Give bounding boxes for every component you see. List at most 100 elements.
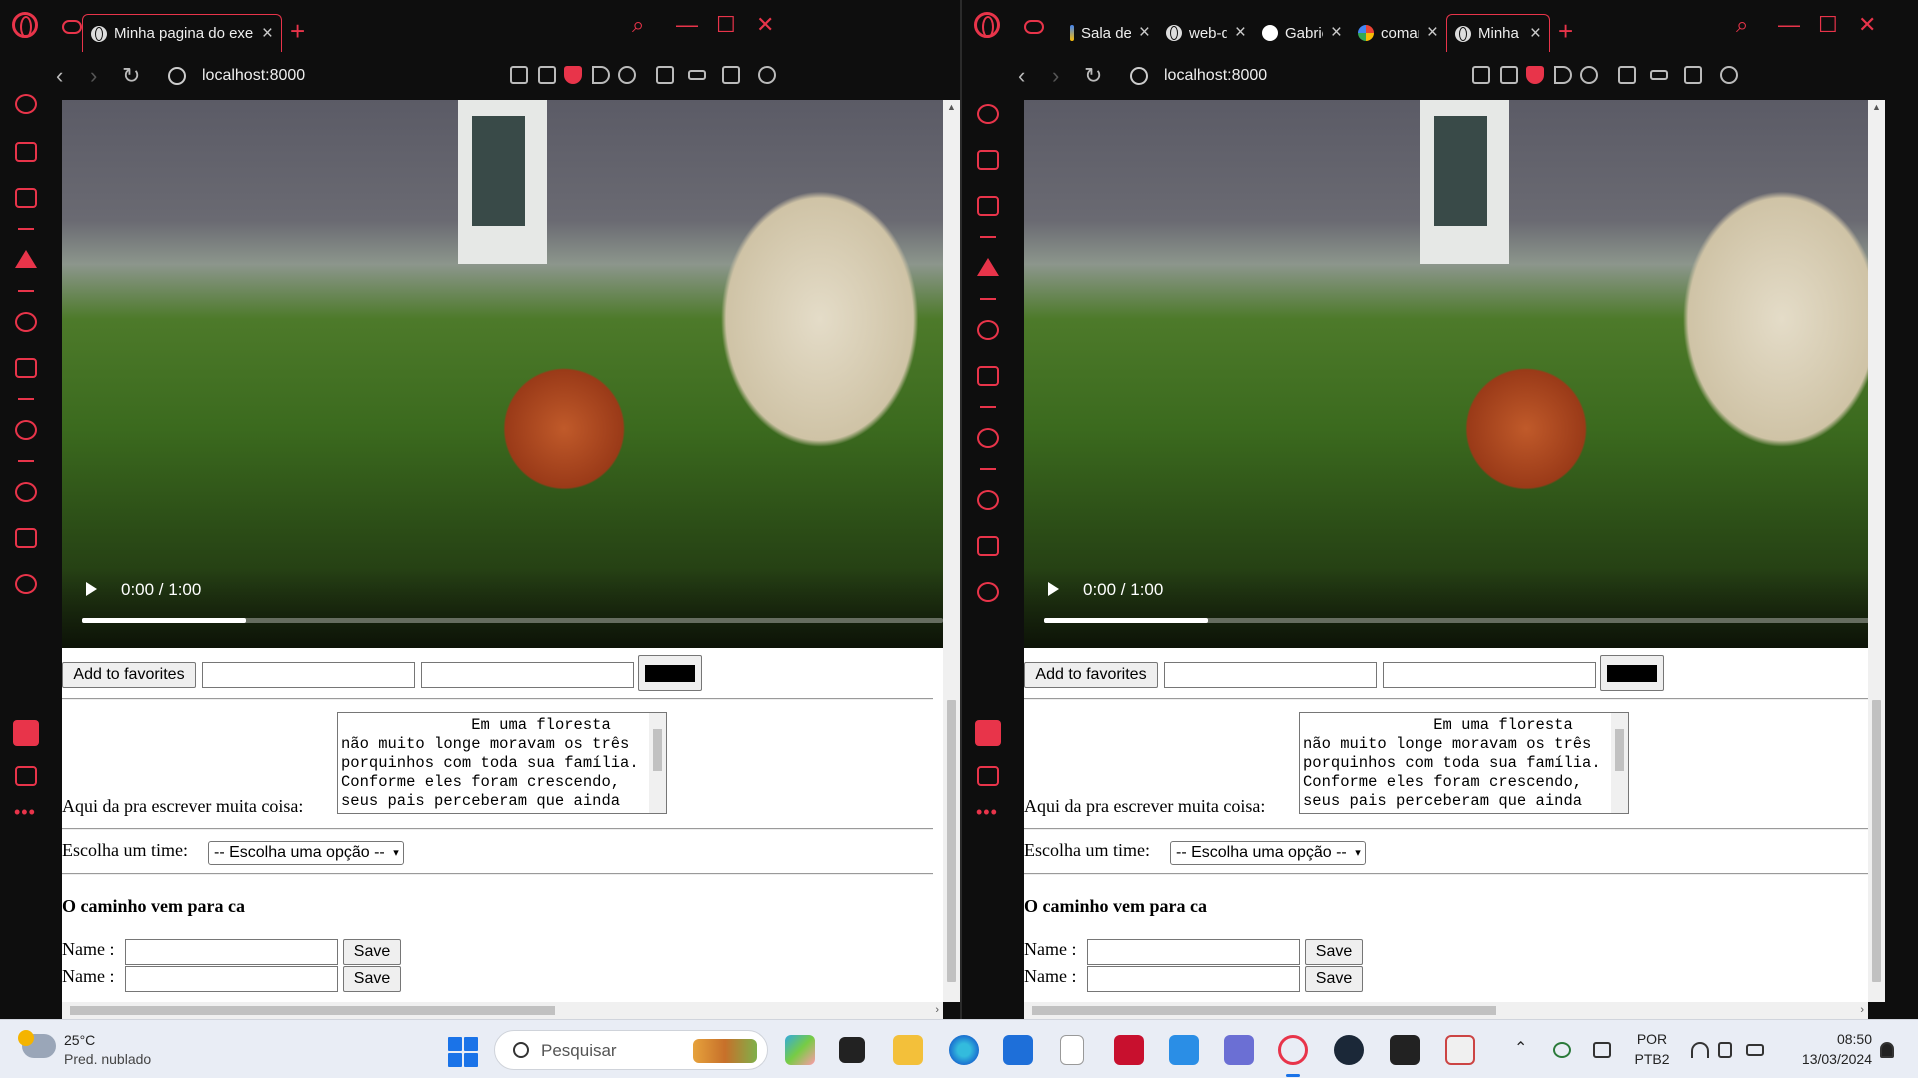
site-info-icon[interactable] xyxy=(1130,67,1148,85)
notification-bell-icon[interactable] xyxy=(1880,1042,1894,1058)
name-input[interactable] xyxy=(1087,966,1300,992)
back-icon[interactable]: ‹ xyxy=(1018,65,1025,87)
tab-sala-de[interactable]: Sala de × xyxy=(1062,14,1158,52)
textarea-scrollbar[interactable] xyxy=(1611,713,1628,813)
gx-control-icon[interactable] xyxy=(62,20,82,34)
url-field[interactable]: localhost:8000 xyxy=(202,67,305,85)
opera-logo-icon[interactable] xyxy=(974,12,1000,38)
sync-icon[interactable] xyxy=(1553,1042,1571,1058)
gx-corner-icon[interactable] xyxy=(977,150,999,170)
maximize-button[interactable]: ☐ xyxy=(1818,12,1838,38)
wifi-icon[interactable] xyxy=(1691,1042,1709,1058)
edge-icon[interactable] xyxy=(949,1035,979,1065)
add-to-favorites-button[interactable]: Add to favorites xyxy=(62,662,196,688)
microsoft-store-icon[interactable] xyxy=(1003,1035,1033,1065)
close-tab-icon[interactable]: × xyxy=(1139,22,1150,44)
send-icon[interactable] xyxy=(1554,66,1572,84)
close-tab-icon[interactable]: × xyxy=(1331,22,1342,44)
vertical-scroll-thumb[interactable] xyxy=(947,700,956,982)
search-tabs-icon[interactable]: ⌕ xyxy=(632,12,644,38)
weather-description[interactable]: Pred. nublado xyxy=(64,1051,151,1067)
close-tab-icon[interactable]: × xyxy=(262,23,273,45)
tab-gabriel[interactable]: Gabriel × xyxy=(1254,14,1350,52)
team-select[interactable]: -- Escolha uma opção -- ▾ xyxy=(1170,841,1366,865)
textarea-scroll-thumb[interactable] xyxy=(653,729,662,771)
speed-dial-icon[interactable] xyxy=(15,94,37,114)
download-icon[interactable] xyxy=(1618,66,1636,84)
gx-profile-icon[interactable] xyxy=(13,720,39,746)
settings-icon[interactable] xyxy=(15,574,37,594)
text-input-2[interactable] xyxy=(421,662,634,688)
video-player[interactable]: 0:00 / 1:00 xyxy=(62,100,943,648)
gx-profile-icon[interactable] xyxy=(975,720,1001,746)
close-tab-icon[interactable]: × xyxy=(1530,23,1541,45)
close-window-button[interactable]: ✕ xyxy=(1858,12,1876,38)
new-tab-button[interactable]: + xyxy=(1558,16,1573,46)
settings-icon[interactable] xyxy=(977,582,999,602)
save-button[interactable]: Save xyxy=(343,966,401,992)
horizontal-scroll-thumb[interactable] xyxy=(1032,1006,1497,1015)
easy-setup-icon[interactable] xyxy=(722,66,740,84)
close-tab-icon[interactable]: × xyxy=(1427,22,1438,44)
story-textarea[interactable]: Em uma floresta não muito longe moravam … xyxy=(337,712,667,814)
extensions-icon[interactable] xyxy=(15,528,37,548)
story-textarea[interactable]: Em uma floresta não muito longe moravam … xyxy=(1299,712,1629,814)
textarea-scrollbar[interactable] xyxy=(649,713,666,813)
back-icon[interactable]: ‹ xyxy=(56,65,63,87)
volume-muted-icon[interactable] xyxy=(1718,1042,1732,1058)
more-options-icon[interactable]: ••• xyxy=(976,802,998,823)
horizontal-scroll-thumb[interactable] xyxy=(70,1006,555,1015)
minimize-button[interactable]: — xyxy=(676,12,698,38)
tab-minha-pagina[interactable]: Minha pagina do exercicio × xyxy=(82,14,282,52)
gx-control-icon[interactable] xyxy=(977,196,999,216)
reload-icon[interactable]: ↻ xyxy=(122,65,140,87)
language-indicator[interactable]: POR xyxy=(1630,1031,1674,1047)
discord-icon[interactable] xyxy=(977,366,999,386)
video-progress[interactable] xyxy=(82,618,943,623)
easy-setup-icon[interactable] xyxy=(1684,66,1702,84)
textarea-scroll-thumb[interactable] xyxy=(1615,729,1624,771)
mcafee-icon[interactable] xyxy=(1114,1035,1144,1065)
adblock-shield-icon[interactable] xyxy=(564,66,582,84)
scroll-up-icon[interactable]: ▲ xyxy=(1872,102,1881,112)
start-button[interactable] xyxy=(448,1037,478,1067)
wallpaper-icon[interactable] xyxy=(15,766,37,786)
clock-time[interactable]: 08:50 xyxy=(1782,1031,1872,1047)
copilot-icon[interactable] xyxy=(785,1035,815,1065)
camera-icon[interactable] xyxy=(1500,66,1518,84)
profile-icon[interactable] xyxy=(758,66,776,84)
tab-web-de[interactable]: web-de × xyxy=(1158,14,1254,52)
color-picker[interactable] xyxy=(638,655,702,691)
url-field[interactable]: localhost:8000 xyxy=(1164,67,1267,85)
horizontal-scrollbar[interactable]: › xyxy=(1024,1002,1868,1019)
terminal-icon[interactable] xyxy=(1390,1035,1420,1065)
text-input-1[interactable] xyxy=(1164,662,1377,688)
play-icon[interactable] xyxy=(1048,582,1059,596)
scroll-right-icon[interactable]: › xyxy=(935,1004,939,1016)
weather-cloud-icon[interactable] xyxy=(18,1030,56,1058)
profile-icon[interactable] xyxy=(1720,66,1738,84)
battery-icon[interactable] xyxy=(1746,1044,1764,1056)
scroll-right-icon[interactable]: › xyxy=(1860,1004,1864,1016)
history-icon[interactable] xyxy=(15,482,37,502)
teams-icon[interactable] xyxy=(1224,1035,1254,1065)
forward-icon[interactable]: › xyxy=(1052,65,1059,87)
download-icon[interactable] xyxy=(656,66,674,84)
heart-icon[interactable] xyxy=(1580,66,1598,84)
edit-icon[interactable] xyxy=(1472,66,1490,84)
edit-icon[interactable] xyxy=(510,66,528,84)
tab-comanc[interactable]: comanc × xyxy=(1350,14,1446,52)
text-input-2[interactable] xyxy=(1383,662,1596,688)
taskbar-search[interactable]: Pesquisar xyxy=(494,1030,768,1070)
vertical-scrollbar[interactable]: ▲ xyxy=(943,100,960,1002)
vscode-icon[interactable] xyxy=(1169,1035,1199,1065)
player-icon[interactable] xyxy=(15,420,37,440)
extensions-icon[interactable] xyxy=(977,536,999,556)
task-view-icon[interactable] xyxy=(839,1037,865,1063)
notepad-icon[interactable] xyxy=(1060,1035,1084,1065)
video-progress[interactable] xyxy=(1044,618,1868,623)
add-to-favorites-button[interactable]: Add to favorites xyxy=(1024,662,1158,688)
vertical-scrollbar[interactable]: ▲ xyxy=(1868,100,1885,1002)
color-picker[interactable] xyxy=(1600,655,1664,691)
player-icon[interactable] xyxy=(977,428,999,448)
